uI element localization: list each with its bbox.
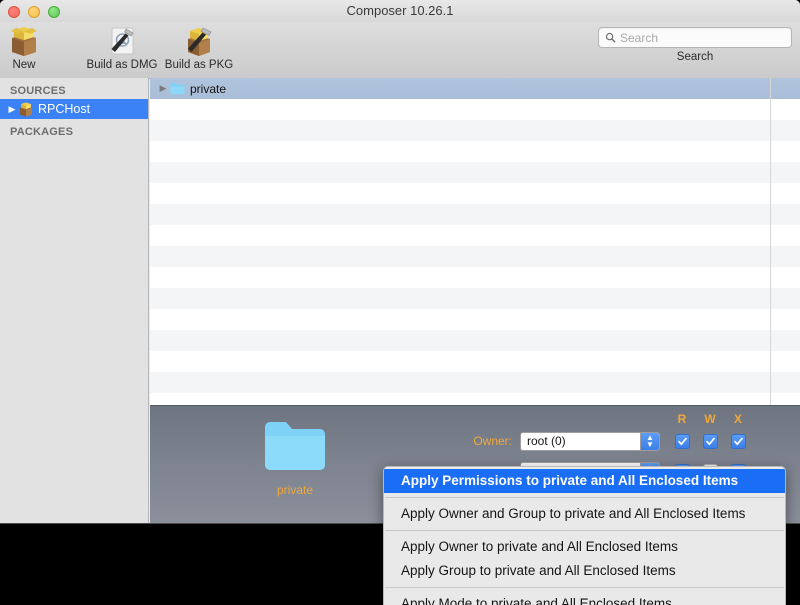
title-bar: Composer 10.26.1	[0, 0, 800, 22]
window-title: Composer 10.26.1	[346, 3, 454, 18]
search-icon	[605, 32, 616, 43]
owner-read-checkbox[interactable]	[674, 433, 690, 449]
folder-preview: private	[245, 420, 345, 497]
hammer-package-icon	[155, 24, 243, 58]
owner-row: Owner: root (0) ▲ ▼	[450, 428, 800, 454]
new-button[interactable]: New	[0, 24, 68, 71]
sidebar-item-label: RPCHost	[38, 102, 91, 116]
owner-select[interactable]: root (0) ▲ ▼	[520, 431, 660, 451]
screen: Composer 10.26.1 New Build as DMG Build …	[0, 0, 800, 605]
table-row-empty[interactable]	[150, 246, 800, 267]
table-row-empty[interactable]	[150, 225, 800, 246]
file-list-empty-rows	[150, 99, 800, 405]
sidebar-header-sources: SOURCES	[10, 85, 66, 97]
permission-header-r: R	[677, 412, 687, 426]
table-row-empty[interactable]	[150, 183, 800, 204]
owner-label: Owner:	[473, 434, 512, 448]
table-row-empty[interactable]	[150, 120, 800, 141]
table-row-empty[interactable]	[150, 204, 800, 225]
table-row[interactable]: ▶ private	[150, 78, 800, 99]
application-window: Composer 10.26.1 New Build as DMG Build …	[0, 0, 800, 523]
folder-preview-name: private	[276, 483, 314, 497]
menu-item[interactable]: Apply Group to private and All Enclosed …	[384, 559, 785, 583]
menu-item[interactable]: Apply Permissions to private and All Enc…	[384, 469, 785, 493]
menu-item[interactable]: Apply Mode to private and All Enclosed I…	[384, 592, 785, 605]
sidebar-item-rpchost[interactable]: ▶ RPCHost	[0, 99, 148, 119]
permission-header-w: W	[704, 412, 716, 426]
chevron-updown-icon[interactable]: ▲▼	[640, 432, 659, 450]
table-row-empty[interactable]	[150, 351, 800, 372]
file-row-content: ▶ private	[150, 78, 227, 99]
table-row-empty[interactable]	[150, 141, 800, 162]
new-button-label: New	[12, 59, 36, 71]
menu-separator	[385, 497, 784, 498]
package-box-icon	[0, 24, 68, 58]
table-row-empty[interactable]	[150, 309, 800, 330]
search-caption: Search	[676, 51, 714, 63]
toolbar: New Build as DMG Build as PKG Search Sea…	[0, 22, 800, 79]
table-row-empty[interactable]	[150, 162, 800, 183]
body-area: SOURCES ▶ RPCHost PACKAGES ▶ private pri…	[0, 78, 800, 523]
package-box-icon	[20, 102, 32, 117]
owner-value: root (0)	[527, 434, 566, 448]
menu-item[interactable]: Apply Owner and Group to private and All…	[384, 502, 785, 526]
table-row-empty[interactable]	[150, 372, 800, 393]
table-row-empty[interactable]	[150, 99, 800, 120]
table-row-empty[interactable]	[150, 267, 800, 288]
permissions-header-row: R W X	[668, 412, 752, 426]
search-group: Search	[598, 27, 792, 63]
file-list: ▶ private	[150, 78, 800, 405]
owner-write-checkbox[interactable]	[702, 433, 718, 449]
build-as-pkg-button[interactable]: Build as PKG	[155, 24, 243, 71]
file-name: private	[190, 81, 227, 96]
sidebar: SOURCES ▶ RPCHost PACKAGES	[0, 78, 149, 523]
menu-separator	[385, 530, 784, 531]
hammer-disk-image-icon	[78, 24, 166, 58]
folder-icon	[170, 83, 185, 95]
owner-permission-checkboxes	[668, 433, 752, 449]
minimize-button[interactable]	[28, 6, 40, 18]
menu-separator	[385, 587, 784, 588]
permission-header-x: X	[733, 412, 742, 426]
disclosure-triangle-icon[interactable]: ▶	[6, 104, 18, 114]
build-as-dmg-label: Build as DMG	[86, 59, 158, 71]
owner-execute-checkbox[interactable]	[730, 433, 746, 449]
table-row-empty[interactable]	[150, 393, 800, 405]
close-button[interactable]	[8, 6, 20, 18]
table-row-empty[interactable]	[150, 288, 800, 309]
build-as-dmg-button[interactable]: Build as DMG	[78, 24, 166, 71]
table-row-empty[interactable]	[150, 330, 800, 351]
search-input[interactable]	[620, 30, 780, 45]
search-field[interactable]	[598, 27, 792, 48]
sidebar-header-packages: PACKAGES	[10, 126, 74, 138]
folder-icon	[265, 422, 325, 470]
disclosure-triangle-icon[interactable]: ▶	[156, 84, 170, 93]
menu-item[interactable]: Apply Owner to private and All Enclosed …	[384, 535, 785, 559]
zoom-button[interactable]	[48, 6, 60, 18]
build-as-pkg-label: Build as PKG	[164, 59, 234, 71]
context-menu: Apply Permissions to private and All Enc…	[383, 466, 786, 605]
column-divider[interactable]	[770, 78, 771, 405]
traffic-light-buttons	[8, 6, 60, 18]
